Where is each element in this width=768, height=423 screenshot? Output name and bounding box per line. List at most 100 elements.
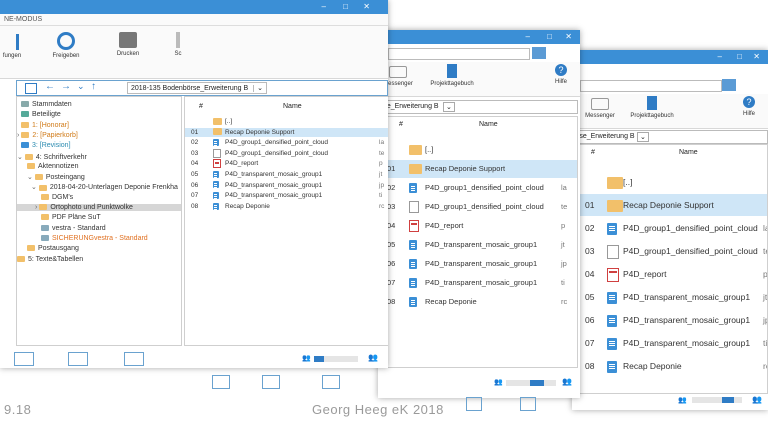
file-row[interactable]: 08 Recap Deponie rc: [185, 202, 388, 212]
file-row[interactable]: 03 P4D_group1_densified_point_cloud te: [381, 198, 577, 216]
path-select[interactable]: rse_Erweiterung B: [577, 133, 635, 140]
file-row[interactable]: 02 P4D_group1_densified_point_cloud la: [381, 179, 577, 197]
minimize-icon[interactable]: –: [322, 2, 326, 12]
tree-item[interactable]: 1: [Honorar]: [21, 122, 181, 129]
new-folder-icon[interactable]: [25, 83, 37, 94]
file-row[interactable]: 01 Recap Deponie Support: [381, 160, 577, 178]
projekttagebuch-button[interactable]: Projekttagebuch: [422, 64, 482, 87]
file-row[interactable]: 06 P4D_transparent_mosaic_group1 jp: [579, 309, 767, 331]
help-button[interactable]: ? Hilfe: [734, 96, 764, 117]
tree-label: Stammdaten: [32, 101, 72, 108]
window-1-titlebar[interactable]: – □ ✕: [0, 0, 388, 14]
users-icon-2[interactable]: 👥: [562, 377, 572, 386]
chevron-down-icon[interactable]: ⌄: [637, 132, 649, 142]
path-select[interactable]: rse_Erweiterung B: [381, 103, 439, 110]
window-2: – □ ✕ Messenger Projekttagebuch ? Hilfe …: [378, 30, 580, 398]
close-icon[interactable]: ✕: [565, 32, 572, 42]
file-row[interactable]: 07 P4D_transparent_mosaic_group1 ti: [579, 332, 767, 354]
file-row[interactable]: 06 P4D_transparent_mosaic_group1 jp: [185, 181, 388, 191]
users-icon[interactable]: 👥: [302, 354, 311, 362]
freigeben-button[interactable]: Freigeben: [44, 32, 88, 59]
back-icon[interactable]: ←: [45, 81, 55, 92]
file-row[interactable]: [..]: [381, 141, 577, 159]
dropdown-icon[interactable]: ⌄: [77, 81, 85, 92]
users-icon[interactable]: 👥: [494, 378, 503, 386]
tree-item[interactable]: DGM's: [41, 194, 181, 201]
expand-icon[interactable]: ›: [17, 132, 19, 139]
maximize-icon[interactable]: □: [547, 32, 552, 42]
document-icon: [213, 138, 219, 146]
tree-item[interactable]: › Ortophoto und Punktwolke: [17, 204, 181, 211]
tree-item[interactable]: vestra - Standard: [41, 225, 181, 232]
tree-item[interactable]: SICHERUNGvestra - Standard: [41, 235, 181, 242]
forward-icon[interactable]: →: [61, 81, 71, 92]
file-row[interactable]: 05 P4D_transparent_mosaic_group1 jt: [381, 236, 577, 254]
drucken-button[interactable]: Drucken: [108, 32, 148, 57]
file-row[interactable]: 02 P4D_group1_densified_point_cloud la: [579, 217, 767, 239]
up-icon[interactable]: ↑: [91, 81, 96, 92]
einfuegungen-button[interactable]: fungen: [0, 34, 24, 59]
file-name: P4D_group1_densified_point_cloud: [225, 139, 328, 147]
file-row[interactable]: 04 P4D_report p: [381, 217, 577, 235]
help-button[interactable]: ? Hilfe: [546, 64, 576, 85]
file-row[interactable]: 06 P4D_transparent_mosaic_group1 jp: [381, 255, 577, 273]
expand-icon[interactable]: ⌄: [17, 154, 23, 161]
projekttagebuch-button[interactable]: Projekttagebuch: [622, 96, 682, 119]
window-3-titlebar[interactable]: – □ ✕: [572, 50, 768, 64]
minimize-icon[interactable]: –: [526, 32, 530, 42]
user-icon[interactable]: [722, 79, 736, 91]
file-type: te: [763, 246, 767, 256]
file-row[interactable]: 08 Recap Deponie rc: [579, 355, 767, 377]
file-type: jt: [379, 171, 383, 178]
expand-icon[interactable]: ›: [35, 204, 37, 211]
tree-item[interactable]: 3: [Revision]: [21, 142, 181, 149]
file-row[interactable]: 04 P4D_report p: [185, 159, 388, 169]
tree-item[interactable]: 5: Texte&Tabellen: [17, 256, 181, 263]
file-list-2: # Name [..] 01 Recap Deponie Support 02 P4D_…: [380, 116, 578, 368]
chevron-down-icon[interactable]: ⌄: [443, 102, 455, 112]
expand-icon[interactable]: ⌄: [27, 174, 33, 181]
tree-item[interactable]: Beteiligte: [21, 111, 181, 118]
file-row[interactable]: 01 Recap Deponie Support: [185, 127, 388, 138]
messenger-button[interactable]: Messenger: [580, 98, 620, 119]
tree-item[interactable]: Postausgang: [27, 245, 181, 252]
users-icon-2[interactable]: 👥: [368, 353, 378, 362]
document-icon: [213, 170, 219, 178]
file-row[interactable]: 03 P4D_group1_densified_point_cloud te: [579, 240, 767, 262]
file-row[interactable]: 05 P4D_transparent_mosaic_group1 jt: [579, 286, 767, 308]
file-row[interactable]: 07 P4D_transparent_mosaic_group1 ti: [185, 191, 388, 201]
close-icon[interactable]: ✕: [363, 2, 370, 12]
file-row[interactable]: [..]: [185, 117, 388, 127]
search-input[interactable]: [580, 80, 722, 92]
file-row[interactable]: 02 P4D_group1_densified_point_cloud la: [185, 138, 388, 148]
file-row[interactable]: 08 Recap Deponie rc: [381, 293, 577, 311]
users-icon-2[interactable]: 👥: [752, 395, 762, 404]
expand-icon[interactable]: ⌄: [31, 184, 37, 191]
close-icon[interactable]: ✕: [753, 52, 760, 62]
users-icon[interactable]: 👥: [678, 396, 687, 404]
sc-button[interactable]: Sc: [168, 32, 188, 57]
user-icon[interactable]: [532, 47, 546, 59]
tree-item[interactable]: Stammdaten: [21, 101, 181, 108]
tree-item[interactable]: Aktennotizen: [27, 163, 181, 170]
file-row[interactable]: 03 P4D_group1_densified_point_cloud te: [185, 148, 388, 159]
file-name: P4D_report: [623, 269, 667, 279]
document-icon: [409, 278, 417, 289]
file-row[interactable]: 07 P4D_transparent_mosaic_group1 ti: [381, 274, 577, 292]
search-input[interactable]: [388, 48, 530, 60]
tree-item[interactable]: › 2: [Papierkorb]: [17, 132, 181, 139]
file-row[interactable]: [..]: [579, 171, 767, 193]
file-row[interactable]: 01 Recap Deponie Support: [579, 194, 767, 216]
tree-item[interactable]: ⌄ Posteingang: [27, 173, 181, 181]
file-type: la: [379, 139, 385, 147]
minimize-icon[interactable]: –: [718, 52, 722, 62]
tree-item[interactable]: PDF Pläne SuT: [41, 214, 181, 221]
maximize-icon[interactable]: □: [343, 2, 348, 12]
window-2-titlebar[interactable]: – □ ✕: [378, 30, 580, 44]
file-row[interactable]: 04 P4D_report p: [579, 263, 767, 285]
path-select[interactable]: 2018-135 Bodenbörse_Erweiterung B ⌄: [127, 82, 267, 94]
tree-item[interactable]: ⌄ 2018-04-20-Unterlagen Deponie Frenkha: [31, 183, 181, 191]
maximize-icon[interactable]: □: [737, 52, 742, 62]
file-row[interactable]: 05 P4D_transparent_mosaic_group1 jt: [185, 170, 388, 180]
tree-item[interactable]: ⌄ 4: Schriftverkehr: [17, 153, 181, 161]
